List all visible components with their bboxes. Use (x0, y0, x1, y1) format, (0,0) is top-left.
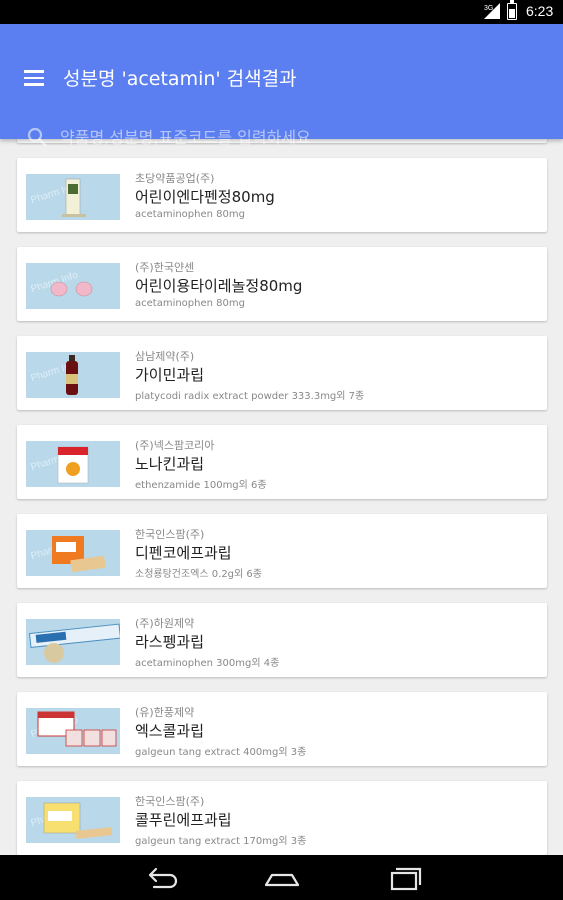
ingredient-text: 소청룡탕건조엑스 0.2g외 6종 (135, 569, 262, 580)
drug-name: 엑스콜과립 (135, 722, 205, 740)
list-item[interactable]: Pharm Info (주)한국얀센 어린이용타이레놀정80mg acetami… (17, 247, 547, 321)
search-icon (27, 127, 47, 147)
company-name: (주)하원제약 (135, 617, 195, 630)
hamburger-menu-icon[interactable] (24, 70, 44, 86)
drug-thumbnail: Pharm Info (26, 352, 120, 398)
company-name: 한국인스팜(주) (135, 795, 205, 808)
list-item[interactable]: Pharm Info 한국인스팜(주) 디펜코에프과립 소청룡탕건조엑스 0.2… (17, 514, 547, 588)
drug-name: 어린이용타이레놀정80mg (135, 277, 303, 295)
signal-icon: 3G (484, 3, 500, 19)
battery-icon (507, 0, 517, 20)
drug-thumbnail: Pharm Info (26, 441, 120, 487)
drug-name: 노나킨과립 (135, 455, 205, 473)
ingredient-text: ethenzamide 100mg외 6종 (135, 480, 267, 491)
drug-name: 콜푸린에프과립 (135, 811, 232, 829)
drug-name: 라스펭과립 (135, 633, 205, 651)
recent-apps-icon[interactable] (383, 863, 423, 893)
drug-name: 어린이엔다펜정80mg (135, 188, 275, 206)
drug-name: 가이민과립 (135, 366, 205, 384)
clock: 6:23 (526, 3, 554, 19)
company-name: (주)한국얀센 (135, 261, 195, 274)
ingredient-text: galgeun tang extract 400mg외 3종 (135, 747, 307, 758)
ingredient-text: galgeun tang extract 170mg외 3종 (135, 836, 307, 847)
back-icon[interactable] (142, 863, 182, 893)
ingredient-text: acetaminophen 300mg외 4종 (135, 658, 280, 669)
company-name: 삼남제약(주) (135, 350, 195, 363)
app-bar: 성분명 'acetamin' 검색결과 (0, 24, 563, 151)
ingredient-text: platycodi radix extract powder 333.3mg외 … (135, 391, 365, 402)
drug-thumbnail: Pharm Info (26, 174, 120, 220)
list-item[interactable]: Pharm Info 한국인스팜(주) 콜푸린에프과립 galgeun tang… (17, 781, 547, 855)
list-item[interactable]: Pharm Info 삼남제약(주) 가이민과립 platycodi radix… (17, 336, 547, 410)
company-name: 초당약품공업(주) (135, 172, 215, 185)
ingredient-text: acetaminophen 80mg (135, 209, 245, 220)
svg-text:3G: 3G (484, 5, 493, 12)
page-title: 성분명 'acetamin' 검색결과 (63, 68, 297, 90)
drug-name: 디펜코에프과립 (135, 544, 232, 562)
drug-thumbnail: Pharm Info (26, 708, 120, 754)
results-list[interactable]: Pharm Info 초당약품공업(주) 어린이엔다펜정80mg acetami… (0, 139, 563, 855)
drug-thumbnail: Pharm Info (26, 797, 120, 843)
list-item[interactable]: Pharm Info 초당약품공업(주) 어린이엔다펜정80mg acetami… (17, 158, 547, 232)
ingredient-text: acetaminophen 80mg (135, 298, 245, 309)
navigation-bar (0, 855, 563, 900)
list-item[interactable]: Pharm Info (유)한풍제약 엑스콜과립 galgeun tang ex… (17, 692, 547, 766)
company-name: (유)한풍제약 (135, 706, 195, 719)
drug-thumbnail: Pharm Info (26, 619, 120, 665)
search-input[interactable] (60, 123, 540, 151)
drug-thumbnail: Pharm Info (26, 530, 120, 576)
company-name: 한국인스팜(주) (135, 528, 205, 541)
list-item[interactable]: Pharm Info (주)넥스팜코리아 노나킨과립 ethenzamide 1… (17, 425, 547, 499)
status-bar: 3G 6:23 (0, 0, 563, 24)
home-icon[interactable] (262, 863, 302, 893)
company-name: (주)넥스팜코리아 (135, 439, 215, 452)
list-item[interactable]: Pharm Info (주)하원제약 라스펭과립 acetaminophen 3… (17, 603, 547, 677)
drug-thumbnail: Pharm Info (26, 263, 120, 309)
